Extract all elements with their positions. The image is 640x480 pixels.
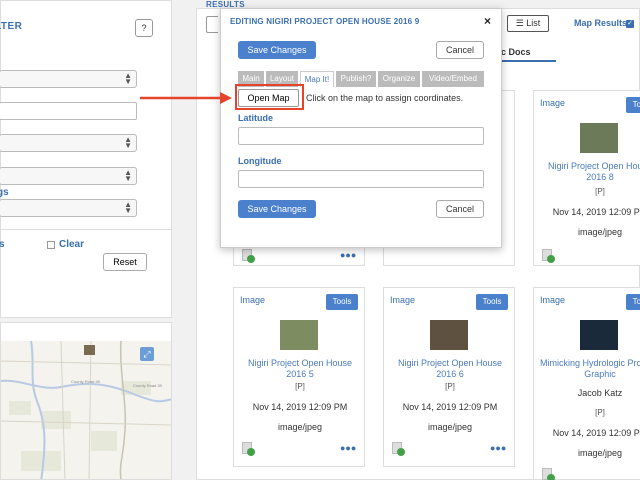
card-thumbnail[interactable] bbox=[580, 320, 618, 350]
download-icon[interactable] bbox=[542, 468, 555, 480]
card-type: Image bbox=[540, 295, 566, 305]
card-public-flag: [P] bbox=[595, 408, 605, 417]
card-author: Jacob Katz bbox=[577, 388, 623, 398]
modal-title: EDITING NIGIRI PROJECT OPEN HOUSE 2016 9 bbox=[230, 17, 420, 26]
list-label: List bbox=[526, 18, 541, 28]
result-card[interactable]: Image Tools Nigiri Project Open House 20… bbox=[233, 287, 365, 467]
people-icon[interactable]: ●●● bbox=[340, 251, 356, 260]
tools-button[interactable]: Tools bbox=[326, 294, 358, 310]
filter-select-4[interactable]: ▲ ▼ bbox=[0, 199, 137, 217]
result-card[interactable]: Image Tools Nigiri Project Open House 20… bbox=[533, 90, 640, 266]
card-public-flag: [P] bbox=[295, 382, 305, 391]
card-title[interactable]: Mimicking Hydrologic Process Graphic bbox=[538, 358, 640, 380]
card-type: Image bbox=[390, 295, 416, 305]
map-canvas[interactable]: County Road 49 County Road 39 bbox=[1, 341, 172, 480]
close-icon[interactable]: × bbox=[484, 14, 491, 28]
save-changes-button-bottom[interactable]: Save Changes bbox=[238, 200, 316, 218]
filter-panel: LTER ? ▲▼ ▲▼ ▲▼ gs ▲▼ s Clear Reset bbox=[0, 0, 172, 318]
chevron-updown-icon: ▲ ▼ bbox=[124, 168, 132, 183]
save-changes-button-top[interactable]: Save Changes bbox=[238, 41, 316, 59]
card-date: Nov 14, 2019 12:09 PM bbox=[252, 402, 348, 412]
card-mime: image/jpeg bbox=[427, 422, 473, 432]
latitude-input[interactable] bbox=[238, 127, 484, 145]
tab-publish[interactable]: Publish? bbox=[336, 71, 376, 87]
tools-button[interactable]: Tools bbox=[626, 97, 640, 113]
card-thumbnail[interactable] bbox=[430, 320, 468, 350]
tab-video-embed[interactable]: Video/Embed bbox=[422, 71, 484, 87]
list-view-button[interactable]: ☰ List bbox=[507, 15, 549, 32]
reset-button[interactable]: Reset bbox=[103, 253, 147, 271]
divider bbox=[1, 229, 171, 230]
filter-select-1[interactable]: ▲ ▼ bbox=[0, 70, 137, 88]
check-icon[interactable]: ✓ bbox=[626, 20, 634, 28]
people-icon[interactable]: ●●● bbox=[490, 444, 506, 453]
card-mime: image/jpeg bbox=[577, 227, 623, 237]
tools-button[interactable]: Tools bbox=[626, 294, 640, 310]
longitude-label: Longitude bbox=[238, 156, 282, 166]
filter-text-input[interactable] bbox=[0, 102, 137, 120]
latitude-label: Latitude bbox=[238, 113, 273, 123]
cancel-button-top[interactable]: Cancel bbox=[436, 41, 484, 59]
longitude-input[interactable] bbox=[238, 170, 484, 188]
card-title[interactable]: Nigiri Project Open House 2016 6 bbox=[388, 358, 512, 380]
map-results-toggle[interactable]: Map Results bbox=[574, 18, 627, 28]
result-card[interactable]: Image Tools Nigiri Project Open House 20… bbox=[383, 287, 515, 467]
chevron-updown-icon: ▲ ▼ bbox=[124, 200, 132, 215]
map-hint-text: Click on the map to assign coordinates. bbox=[306, 93, 464, 103]
card-mime: image/jpeg bbox=[277, 422, 323, 432]
download-icon[interactable] bbox=[242, 249, 255, 263]
edit-modal: EDITING NIGIRI PROJECT OPEN HOUSE 2016 9… bbox=[220, 8, 502, 248]
map-road-label: County Road 49 bbox=[71, 379, 101, 384]
filter-select-2[interactable]: ▲ ▼ bbox=[0, 134, 137, 152]
card-title[interactable]: Nigiri Project Open House 2016 5 bbox=[238, 358, 362, 380]
tools-button[interactable]: Tools bbox=[476, 294, 508, 310]
people-icon[interactable]: ●●● bbox=[340, 444, 356, 453]
card-date: Nov 14, 2019 12:09 PM bbox=[552, 207, 640, 217]
card-type: Image bbox=[240, 295, 266, 305]
select-all-link[interactable]: s bbox=[0, 239, 5, 250]
chevron-updown-icon: ▲ ▼ bbox=[124, 135, 132, 150]
list-icon: ☰ bbox=[515, 18, 527, 28]
tab-organize[interactable]: Organize bbox=[378, 71, 420, 87]
result-card[interactable]: Image Tools Mimicking Hydrologic Process… bbox=[533, 287, 640, 480]
callout-arrow-icon bbox=[140, 92, 232, 104]
download-icon[interactable] bbox=[242, 442, 255, 456]
filter-select-3[interactable]: ▲ ▼ bbox=[0, 167, 137, 185]
card-public-flag: [P] bbox=[445, 382, 455, 391]
callout-highlight-box bbox=[235, 84, 304, 110]
expand-icon[interactable]: ⤢ bbox=[140, 347, 154, 361]
download-icon[interactable] bbox=[542, 249, 555, 263]
card-thumbnail[interactable] bbox=[580, 123, 618, 153]
map-road-label: County Road 39 bbox=[133, 383, 163, 388]
card-date: Nov 14, 2019 12:09 PM bbox=[552, 428, 640, 438]
download-icon[interactable] bbox=[392, 442, 405, 456]
sort-tab[interactable] bbox=[206, 16, 218, 33]
card-public-flag: [P] bbox=[595, 187, 605, 196]
clear-checkbox[interactable] bbox=[47, 241, 55, 249]
cancel-button-bottom[interactable]: Cancel bbox=[436, 200, 484, 218]
chevron-updown-icon: ▲ ▼ bbox=[124, 71, 132, 86]
card-title[interactable]: Nigiri Project Open House 2016 8 bbox=[538, 161, 640, 183]
map-marker[interactable] bbox=[84, 345, 95, 355]
tab-map-it[interactable]: Map It! bbox=[300, 71, 334, 87]
card-mime: image/jpeg bbox=[577, 448, 623, 458]
help-button[interactable]: ? bbox=[135, 19, 153, 37]
filter-title: LTER bbox=[0, 21, 23, 32]
tags-link[interactable]: gs bbox=[0, 187, 9, 198]
card-type: Image bbox=[540, 98, 566, 108]
card-thumbnail[interactable] bbox=[280, 320, 318, 350]
card-date: Nov 14, 2019 12:09 PM bbox=[402, 402, 498, 412]
clear-link[interactable]: Clear bbox=[59, 239, 84, 250]
